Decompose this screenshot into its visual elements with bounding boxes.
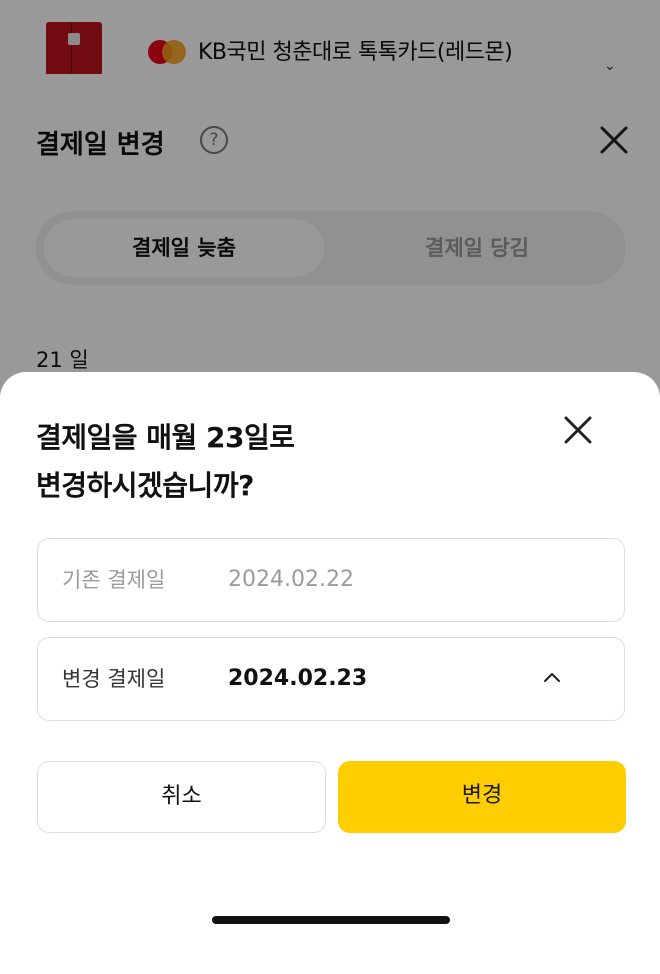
new-payment-day-select[interactable]: 변경 결제일 2024.02.23 [37,637,625,721]
current-payment-day-label: 기존 결제일 [62,568,166,592]
dialog-title: 결제일을 매월 23일로 변경하시겠습니까? [36,414,536,510]
dialog-title-line1: 결제일을 매월 23일로 [36,421,295,454]
current-payment-day-field: 기존 결제일 2024.02.22 [37,538,625,622]
chevron-up-icon[interactable] [542,670,562,684]
confirm-dialog: 결제일을 매월 23일로 변경하시겠습니까? 기존 결제일 2024.02.22… [0,372,660,935]
new-payment-day-label: 변경 결제일 [62,667,166,691]
current-payment-day-value: 2024.02.22 [228,567,354,592]
cancel-button[interactable]: 취소 [37,761,326,833]
confirm-change-button[interactable]: 변경 [338,761,626,833]
close-icon[interactable] [560,412,596,448]
home-indicator[interactable] [212,916,450,924]
dialog-title-line2: 변경하시겠습니까? [36,469,254,502]
new-payment-day-value: 2024.02.23 [228,666,368,691]
